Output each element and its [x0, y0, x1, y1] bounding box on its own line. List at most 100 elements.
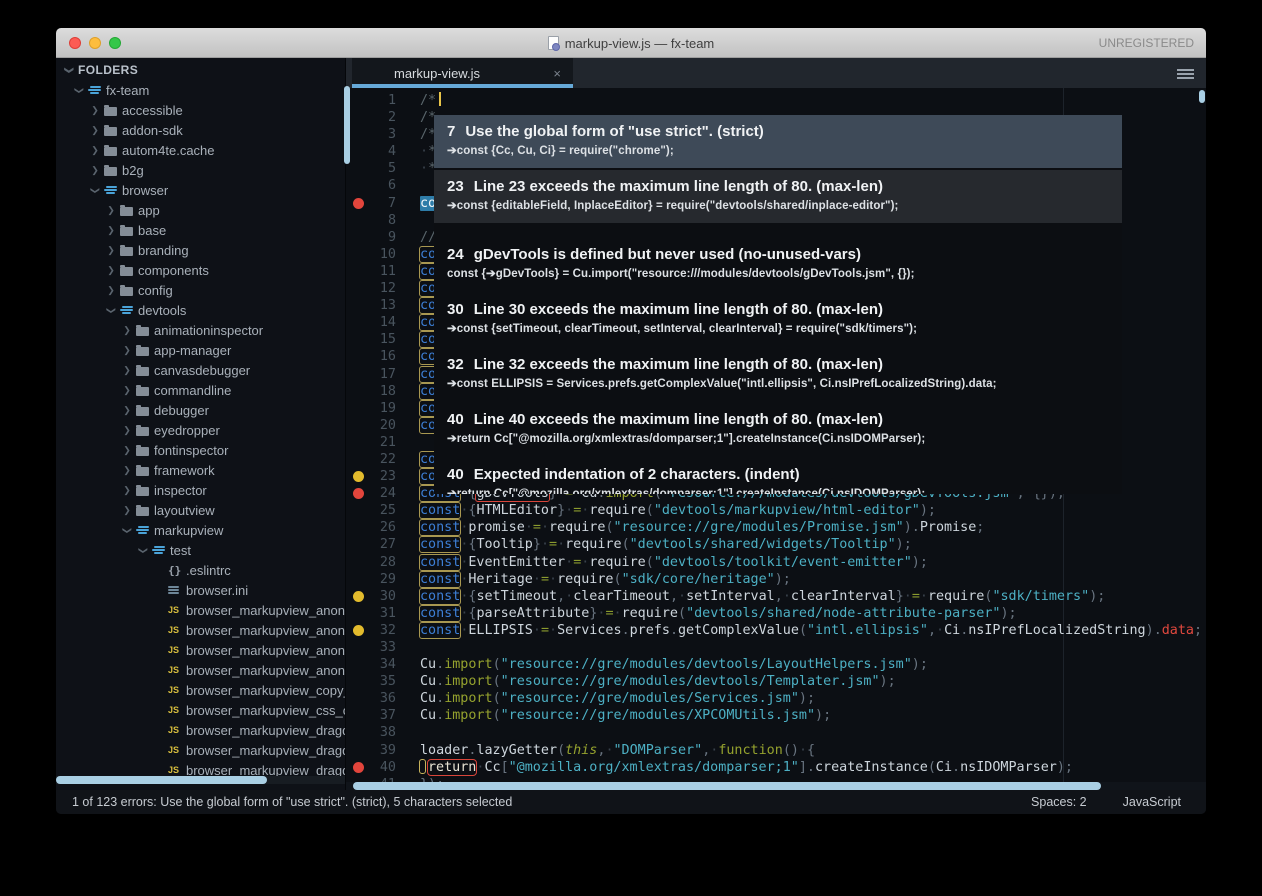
code-line-33[interactable]: 33	[346, 639, 1206, 656]
tab-close-icon[interactable]: ×	[553, 66, 561, 81]
chevron-open-icon[interactable]: ❯	[90, 181, 101, 199]
chevron-open-icon[interactable]: ❯	[122, 521, 133, 539]
tree-row-addon-sdk[interactable]: ❯addon-sdk	[56, 120, 345, 140]
chevron-closed-icon[interactable]: ❯	[118, 505, 136, 516]
tree-row-animationinspector[interactable]: ❯animationinspector	[56, 320, 345, 340]
code-line-31[interactable]: 31const·{parseAttribute}·=·require("devt…	[346, 605, 1206, 622]
tree-row-components[interactable]: ❯components	[56, 260, 345, 280]
tree-row-browser[interactable]: ❯browser	[56, 180, 345, 200]
code-line-29[interactable]: 29const·Heritage·=·require("sdk/core/her…	[346, 571, 1206, 588]
line-text: const·ELLIPSIS·=·Services.prefs.getCompl…	[420, 623, 1202, 638]
code-line-34[interactable]: 34Cu.import("resource://gre/modules/devt…	[346, 656, 1206, 673]
sidebar-vscroll-thumb[interactable]	[344, 86, 350, 164]
chevron-closed-icon[interactable]: ❯	[102, 225, 120, 236]
chevron-closed-icon[interactable]: ❯	[118, 405, 136, 416]
lint-item-code: ➔return Cc["@mozilla.org/xmlextras/dompa…	[447, 485, 1108, 494]
tree-row-browser-markupview-anonym[interactable]: JSbrowser_markupview_anonym	[56, 640, 345, 660]
tree-row-browser-markupview-anonym[interactable]: JSbrowser_markupview_anonym	[56, 660, 345, 680]
icon-cell	[120, 305, 138, 315]
tree-row-debugger[interactable]: ❯debugger	[56, 400, 345, 420]
tree-row-browser-markupview-css-com[interactable]: JSbrowser_markupview_css_com	[56, 700, 345, 720]
code-line-36[interactable]: 36Cu.import("resource://gre/modules/Serv…	[346, 690, 1206, 707]
code-line-32[interactable]: 32const·ELLIPSIS·=·Services.prefs.getCom…	[346, 622, 1206, 639]
tree-row-browser-markupview-dragdro[interactable]: JSbrowser_markupview_dragdro	[56, 720, 345, 740]
tree-row-base[interactable]: ❯base	[56, 220, 345, 240]
tree-row-devtools[interactable]: ❯devtools	[56, 300, 345, 320]
lint-result-item-line-40[interactable]: 40Expected indentation of 2 characters. …	[434, 458, 1122, 494]
tree-row-fx-team[interactable]: ❯fx-team	[56, 80, 345, 100]
code-line-38[interactable]: 38	[346, 724, 1206, 741]
editor-vscroll-thumb[interactable]	[1199, 90, 1205, 103]
chevron-closed-icon[interactable]: ❯	[102, 265, 120, 276]
lint-result-item-line-30[interactable]: 30Line 30 exceeds the maximum line lengt…	[434, 293, 1122, 346]
chevron-open-icon[interactable]: ❯	[106, 301, 117, 319]
tree-row-b2g[interactable]: ❯b2g	[56, 160, 345, 180]
code-line-35[interactable]: 35Cu.import("resource://gre/modules/devt…	[346, 673, 1206, 690]
code-line-37[interactable]: 37Cu.import("resource://gre/modules/XPCO…	[346, 707, 1206, 724]
tree-row-autom4te.cache[interactable]: ❯autom4te.cache	[56, 140, 345, 160]
chevron-closed-icon[interactable]: ❯	[118, 325, 136, 336]
tree-row-layoutview[interactable]: ❯layoutview	[56, 500, 345, 520]
code-line-26[interactable]: 26const·promise·=·require("resource://gr…	[346, 519, 1206, 536]
code-line-39[interactable]: 39loader.lazyGetter(this,·"DOMParser",·f…	[346, 742, 1206, 759]
code-line-27[interactable]: 27const·{Tooltip}·=·require("devtools/sh…	[346, 536, 1206, 553]
folder-icon	[120, 247, 133, 256]
code-line-30[interactable]: 30const·{setTimeout,·clearTimeout,·setIn…	[346, 588, 1206, 605]
chevron-open-icon[interactable]: ❯	[74, 81, 85, 99]
tree-row-test[interactable]: ❯test	[56, 540, 345, 560]
icon-cell: {}	[168, 564, 186, 577]
tree-row-browser-markupview-dragdro[interactable]: JSbrowser_markupview_dragdro	[56, 740, 345, 760]
lint-result-item-line-24[interactable]: 24gDevTools is defined but never used (n…	[434, 238, 1122, 291]
code-line-1[interactable]: 1/*	[346, 92, 1206, 109]
chevron-closed-icon[interactable]: ❯	[102, 285, 120, 296]
tree-row-browser-markupview-copy-im[interactable]: JSbrowser_markupview_copy_im	[56, 680, 345, 700]
chevron-closed-icon[interactable]: ❯	[86, 165, 104, 176]
code-line-28[interactable]: 28const·EventEmitter·=·require("devtools…	[346, 554, 1206, 571]
code-line-25[interactable]: 25const·{HTMLEditor}·=·require("devtools…	[346, 502, 1206, 519]
editor-hscroll-thumb[interactable]	[353, 782, 1101, 790]
chevron-open-icon[interactable]: ❯	[138, 541, 149, 559]
code-line-40[interactable]: 40return·Cc["@mozilla.org/xmlextras/domp…	[346, 759, 1206, 776]
lint-result-item-line-40[interactable]: 40Line 40 exceeds the maximum line lengt…	[434, 403, 1122, 456]
overflow-menu-icon[interactable]	[1177, 67, 1194, 81]
tree-row-markupview[interactable]: ❯markupview	[56, 520, 345, 540]
chevron-closed-icon[interactable]: ❯	[118, 385, 136, 396]
folder-icon	[120, 227, 133, 236]
line-number: 18	[346, 383, 402, 400]
indent-setting[interactable]: Spaces: 2	[1031, 795, 1087, 809]
chevron-closed-icon[interactable]: ❯	[118, 365, 136, 376]
lint-item-message: 40Line 40 exceeds the maximum line lengt…	[447, 409, 1108, 430]
chevron-closed-icon[interactable]: ❯	[118, 485, 136, 496]
lint-result-item-line-23[interactable]: 23Line 23 exceeds the maximum line lengt…	[434, 170, 1122, 223]
lint-result-item-line-7[interactable]: 7Use the global form of "use strict". (s…	[434, 115, 1122, 168]
folders-header[interactable]: ❯FOLDERS	[56, 60, 345, 80]
chevron-closed-icon[interactable]: ❯	[118, 465, 136, 476]
tree-row-browser-markupview-anonym[interactable]: JSbrowser_markupview_anonym	[56, 620, 345, 640]
tree-row-app[interactable]: ❯app	[56, 200, 345, 220]
titlebar[interactable]: markup-view.js — fx-team UNREGISTERED	[56, 28, 1206, 58]
tree-row-accessible[interactable]: ❯accessible	[56, 100, 345, 120]
tree-row-framework[interactable]: ❯framework	[56, 460, 345, 480]
chevron-closed-icon[interactable]: ❯	[118, 425, 136, 436]
tree-row-canvasdebugger[interactable]: ❯canvasdebugger	[56, 360, 345, 380]
chevron-closed-icon[interactable]: ❯	[102, 205, 120, 216]
tree-row-browser.ini[interactable]: browser.ini	[56, 580, 345, 600]
chevron-closed-icon[interactable]: ❯	[118, 345, 136, 356]
tree-row-commandline[interactable]: ❯commandline	[56, 380, 345, 400]
tree-row-eyedropper[interactable]: ❯eyedropper	[56, 420, 345, 440]
lint-result-item-line-32[interactable]: 32Line 32 exceeds the maximum line lengt…	[434, 348, 1122, 401]
chevron-closed-icon[interactable]: ❯	[86, 125, 104, 136]
chevron-closed-icon[interactable]: ❯	[118, 445, 136, 456]
tree-row-config[interactable]: ❯config	[56, 280, 345, 300]
tree-row-branding[interactable]: ❯branding	[56, 240, 345, 260]
tree-row-.eslintrc[interactable]: {}.eslintrc	[56, 560, 345, 580]
tree-row-app-manager[interactable]: ❯app-manager	[56, 340, 345, 360]
tree-row-browser-markupview-anonym[interactable]: JSbrowser_markupview_anonym	[56, 600, 345, 620]
chevron-closed-icon[interactable]: ❯	[86, 145, 104, 156]
tree-row-inspector[interactable]: ❯inspector	[56, 480, 345, 500]
chevron-closed-icon[interactable]: ❯	[86, 105, 104, 116]
sidebar-hscroll-thumb[interactable]	[56, 776, 267, 784]
syntax-setting[interactable]: JavaScript	[1123, 795, 1181, 809]
chevron-closed-icon[interactable]: ❯	[102, 245, 120, 256]
tree-row-fontinspector[interactable]: ❯fontinspector	[56, 440, 345, 460]
